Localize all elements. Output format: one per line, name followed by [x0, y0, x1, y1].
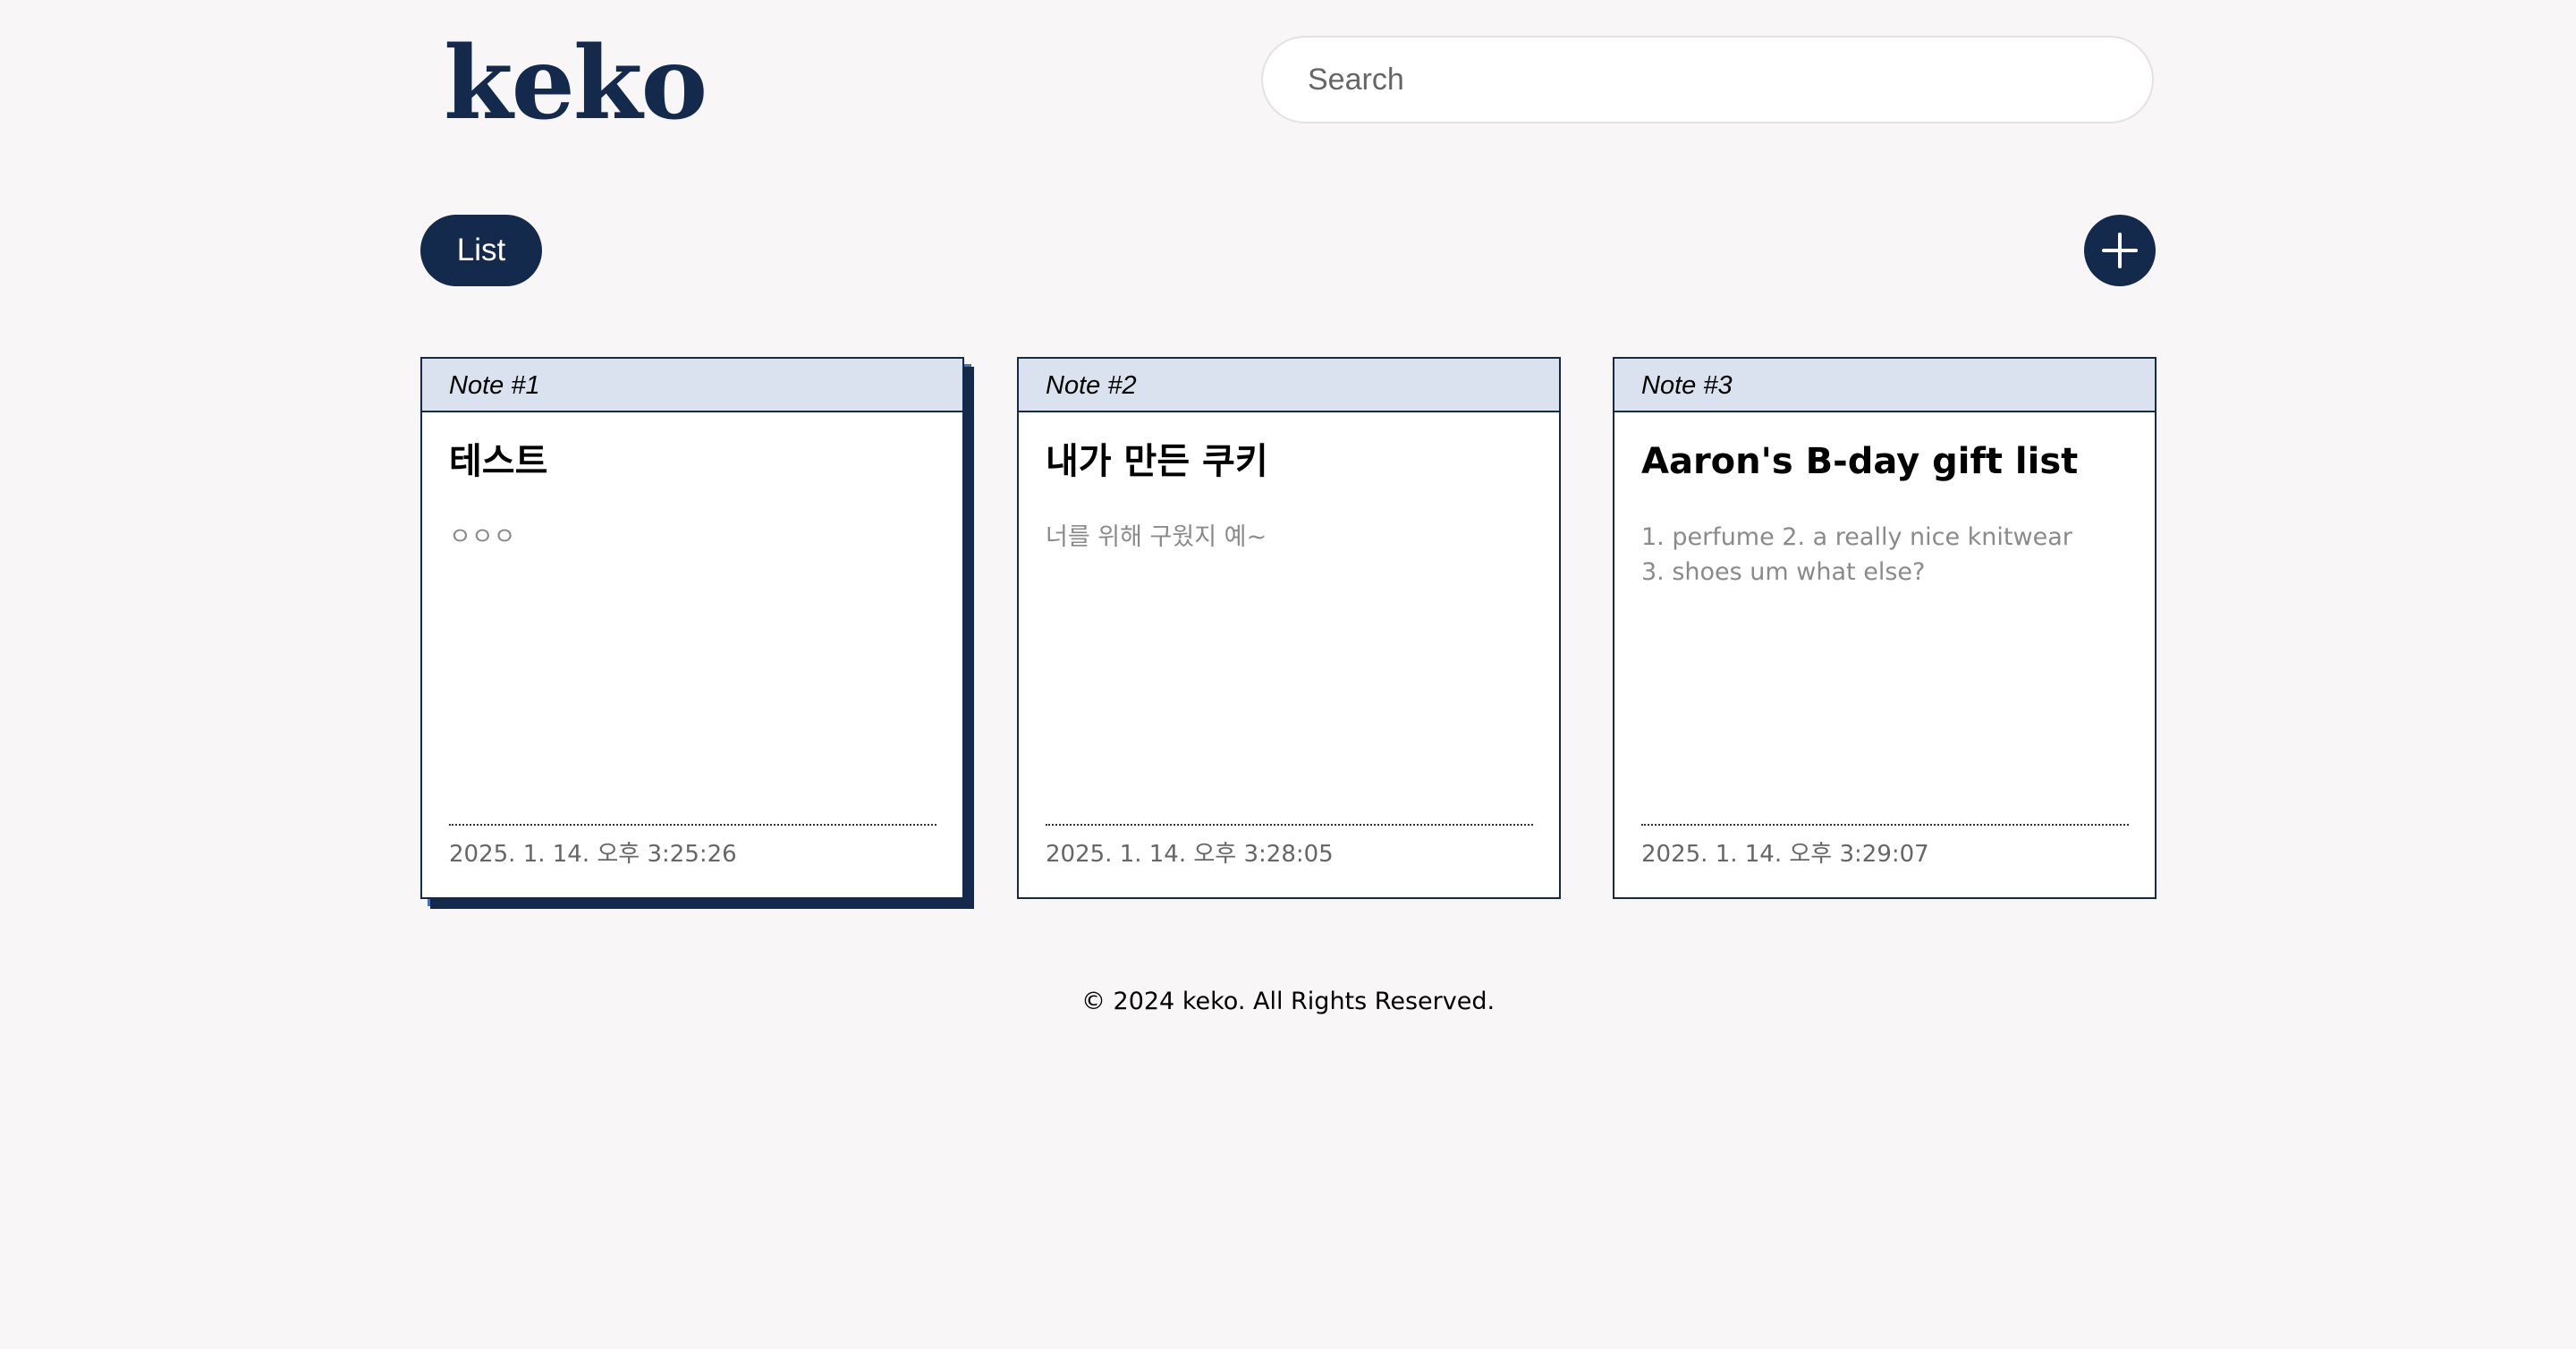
note-card[interactable]: Note #2 내가 만든 쿠키 너를 위해 구웠지 예~ 2025. 1. 1…	[1017, 357, 1561, 899]
note-divider	[1046, 824, 1533, 826]
note-card[interactable]: Note #3 Aaron's B-day gift list 1. perfu…	[1613, 357, 2157, 899]
note-preview: ㅇㅇㅇ	[449, 523, 516, 551]
note-divider	[1641, 824, 2129, 826]
note-title: 테스트	[449, 441, 548, 482]
list-button[interactable]: List	[420, 215, 542, 286]
note-label: Note #3	[1614, 359, 2155, 412]
add-note-button[interactable]	[2084, 215, 2156, 286]
note-title: 내가 만든 쿠키	[1046, 441, 1268, 482]
search-input[interactable]	[1261, 36, 2154, 123]
note-card[interactable]: Note #1 테스트 ㅇㅇㅇ 2025. 1. 14. 오후 3:25:26	[420, 357, 964, 899]
note-preview: 너를 위해 구웠지 예~	[1046, 523, 1267, 551]
footer-copyright: © 2024 keko. All Rights Reserved.	[1080, 988, 1496, 1015]
note-preview: 1. perfume 2. a really nice knitwear 3. …	[1641, 523, 2072, 586]
note-label: Note #1	[422, 359, 962, 412]
note-timestamp: 2025. 1. 14. 오후 3:29:07	[1641, 841, 1929, 868]
note-label: Note #2	[1019, 359, 1559, 412]
logo[interactable]: keko	[444, 34, 708, 134]
note-timestamp: 2025. 1. 14. 오후 3:25:26	[449, 841, 737, 868]
plus-icon	[2102, 233, 2138, 268]
note-divider	[449, 824, 936, 826]
note-timestamp: 2025. 1. 14. 오후 3:28:05	[1046, 841, 1334, 868]
note-title: Aaron's B-day gift list	[1641, 441, 2079, 482]
